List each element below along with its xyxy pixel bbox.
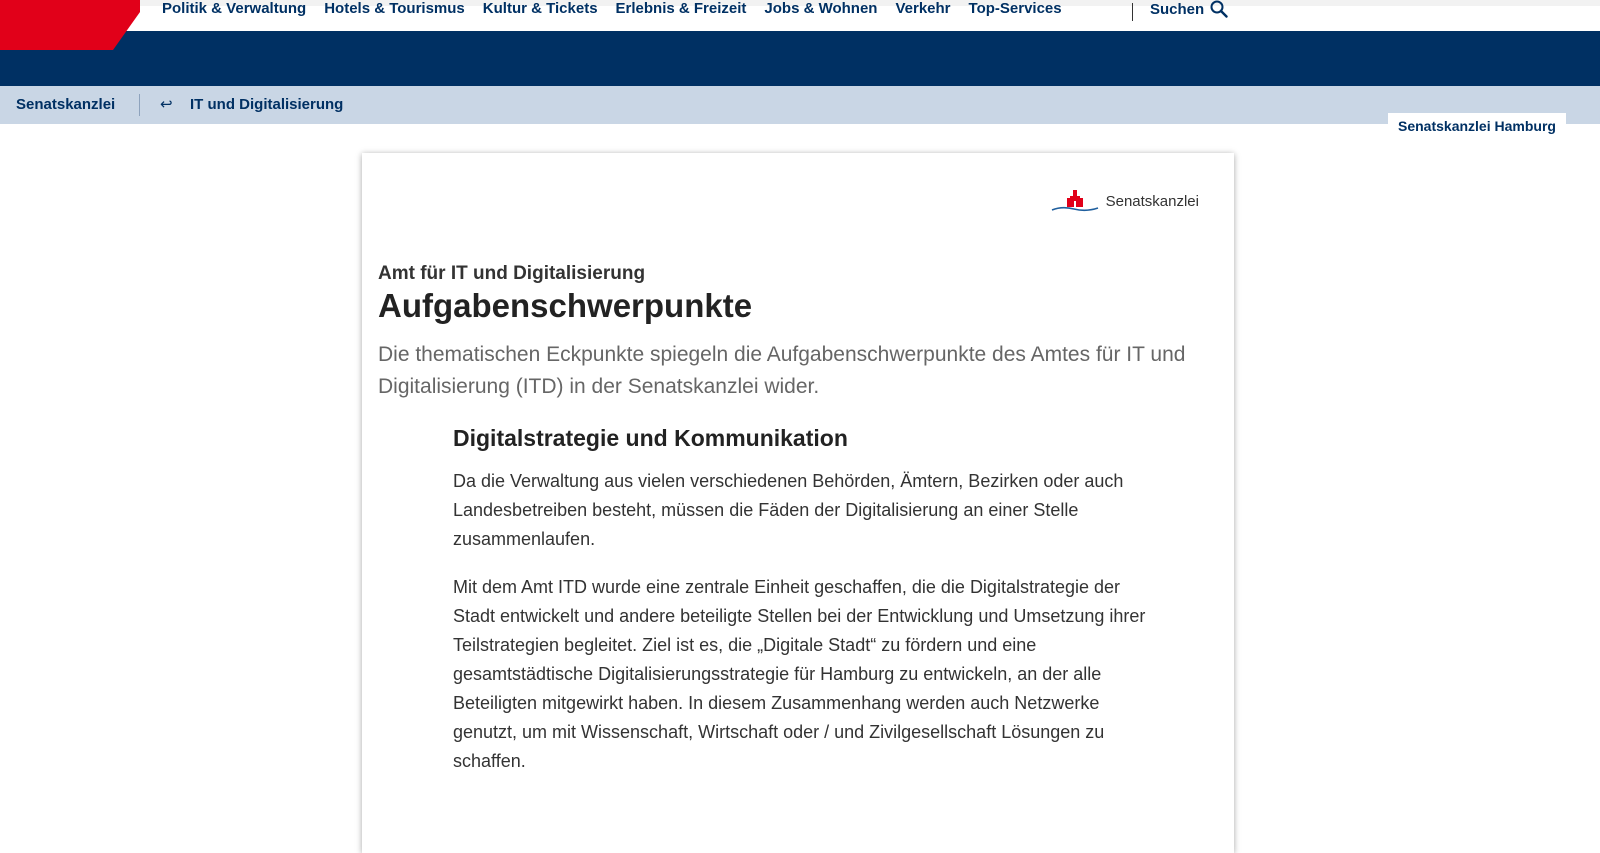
nav-item-jobs[interactable]: Jobs & Wohnen bbox=[764, 0, 877, 20]
nav-item-erlebnis[interactable]: Erlebnis & Freizeit bbox=[616, 0, 747, 20]
organization-logo: Senatskanzlei bbox=[1050, 188, 1199, 214]
nav-item-verkehr[interactable]: Verkehr bbox=[895, 0, 950, 20]
nav-item-hotels[interactable]: Hotels & Tourismus bbox=[324, 0, 465, 20]
top-navigation: Politik & Verwaltung Hotels & Tourismus … bbox=[0, 0, 1600, 31]
section-paragraph: Da die Verwaltung aus vielen verschieden… bbox=[453, 471, 1124, 549]
breadcrumb-divider bbox=[139, 94, 140, 116]
main-menu: Politik & Verwaltung Hotels & Tourismus … bbox=[162, 0, 1080, 20]
breadcrumb: Senatskanzlei ↩ IT und Digitalisierung bbox=[0, 86, 1600, 124]
search-label: Suchen bbox=[1150, 0, 1205, 18]
back-arrow-icon[interactable]: ↩ bbox=[160, 86, 173, 124]
section-paragraph: Mit dem Amt ITD wurde eine zentrale Einh… bbox=[453, 577, 1146, 771]
page-lead: Die thematischen Eckpunkte spiegeln die … bbox=[378, 343, 1186, 398]
site-tag: Senatskanzlei Hamburg bbox=[1388, 113, 1566, 135]
content-section: Digitalstrategie und Kommunikation Da di… bbox=[453, 425, 1153, 776]
nav-item-top-services[interactable]: Top-Services bbox=[969, 0, 1062, 20]
breadcrumb-home[interactable]: Senatskanzlei bbox=[16, 86, 115, 124]
nav-item-kultur[interactable]: Kultur & Tickets bbox=[483, 0, 598, 20]
section-heading: Digitalstrategie und Kommunikation bbox=[453, 425, 848, 451]
organization-name: Senatskanzlei bbox=[1105, 192, 1199, 210]
content-card: Senatskanzlei Amt für IT und Digitalisie… bbox=[362, 153, 1234, 853]
search-button[interactable]: Suchen bbox=[1150, 0, 1228, 20]
hamburg-castle-icon bbox=[1051, 190, 1098, 212]
nav-divider bbox=[1132, 3, 1133, 21]
nav-item-politik[interactable]: Politik & Verwaltung bbox=[162, 0, 306, 20]
page-kicker: Amt für IT und Digitalisierung bbox=[378, 263, 646, 284]
breadcrumb-current[interactable]: IT und Digitalisierung bbox=[190, 86, 343, 124]
search-icon bbox=[1210, 0, 1228, 18]
page-title: Aufgabenschwerpunkte bbox=[378, 287, 753, 324]
header-band bbox=[0, 31, 1600, 86]
